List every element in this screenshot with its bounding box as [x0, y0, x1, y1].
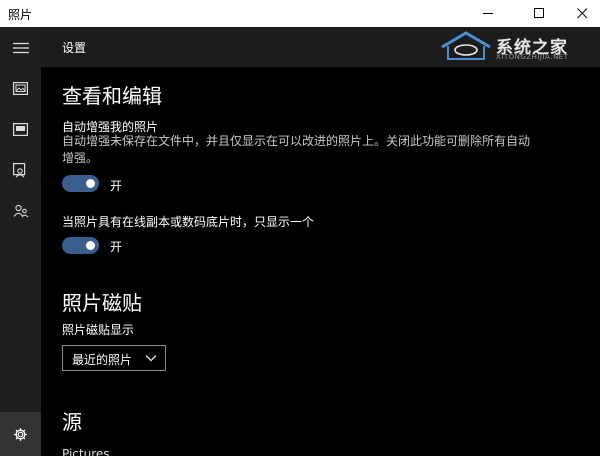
title-bar: 照片 [0, 0, 600, 27]
close-button[interactable] [560, 0, 600, 27]
chevron-down-icon [145, 355, 157, 362]
minimize-button[interactable] [466, 0, 511, 27]
source-item-label: Pictures [62, 447, 110, 456]
duplicates-state: 开 [110, 240, 123, 254]
gear-icon [14, 427, 27, 441]
hamburger-menu-icon [12, 42, 29, 54]
live-tile-dropdown[interactable]: 最近的照片 [62, 345, 166, 371]
watermark-logo: 系统之家 XITONGZHIJIA.NET [440, 29, 598, 65]
section-title-sources: 源 [62, 410, 82, 434]
sidebar-item-collection[interactable] [0, 68, 41, 108]
section-title-view-edit: 查看和编辑 [62, 84, 162, 108]
watermark-subtext: XITONGZHIJIA.NET [496, 53, 569, 61]
duplicates-toggle[interactable] [62, 237, 99, 254]
minimize-icon [483, 13, 493, 14]
folders-icon [13, 204, 28, 218]
dropdown-selected-value: 最近的照片 [72, 353, 133, 367]
house-logo-icon [441, 31, 491, 60]
toggle-knob [86, 241, 95, 250]
section-title-live-tile: 照片磁贴 [62, 291, 142, 315]
toggle-knob [86, 179, 95, 188]
duplicates-label: 当照片具有在线副本或数码底片时，只显示一个 [62, 215, 315, 229]
albums-icon [13, 122, 28, 136]
sidebar-item-folders[interactable] [0, 191, 41, 231]
hamburger-menu-button[interactable] [0, 28, 41, 68]
page-title: 设置 [62, 41, 87, 55]
auto-enhance-description: 自动增强未保存在文件中，并且仅显示在可以改进的照片上。关闭此功能可删除所有自动增… [62, 134, 531, 165]
window-title: 照片 [8, 8, 33, 22]
maximize-icon [534, 8, 544, 18]
collection-icon [13, 81, 28, 95]
sidebar-item-people[interactable] [0, 150, 41, 190]
close-icon [577, 8, 588, 19]
settings-content: 查看和编辑 自动增强我的照片 自动增强未保存在文件中，并且仅显示在可以改进的照片… [41, 67, 600, 456]
sidebar [0, 27, 41, 456]
auto-enhance-toggle[interactable] [62, 175, 99, 192]
people-icon [13, 162, 26, 178]
sidebar-item-settings[interactable] [0, 412, 41, 456]
auto-enhance-state: 开 [110, 179, 123, 193]
live-tile-label: 照片磁贴显示 [62, 323, 135, 337]
sidebar-item-albums[interactable] [0, 109, 41, 149]
maximize-button[interactable] [517, 0, 562, 27]
